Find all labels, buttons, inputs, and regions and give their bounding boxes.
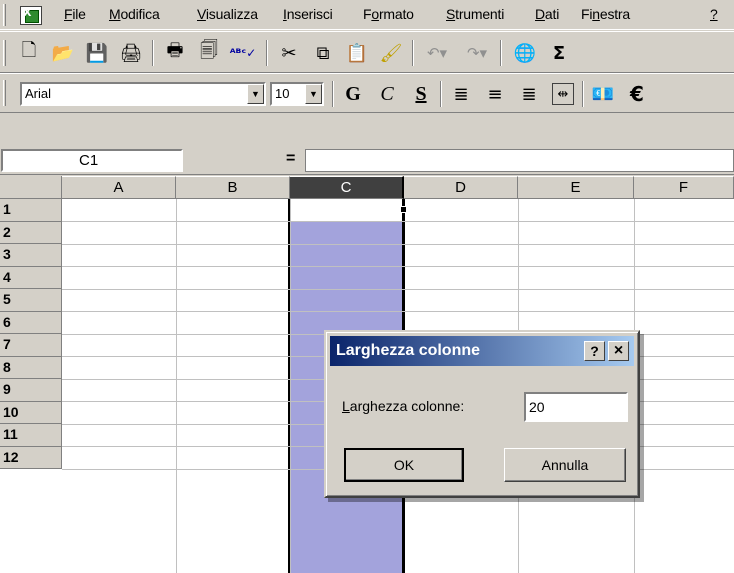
formula-input[interactable] xyxy=(305,149,734,172)
menu-dati[interactable]: Dati xyxy=(535,6,559,26)
size-combo[interactable]: 10 ▼ xyxy=(270,82,324,106)
currency-icon[interactable]: 💶 xyxy=(590,81,616,107)
gridline xyxy=(62,243,734,245)
column-header-d[interactable]: D xyxy=(404,176,518,199)
name-box-value: C1 xyxy=(79,152,99,169)
cancel-button[interactable]: Annulla xyxy=(504,448,626,482)
underline-button[interactable]: S xyxy=(408,81,434,107)
toolbar-separator xyxy=(152,40,154,66)
toolbar-separator xyxy=(440,81,442,107)
align-right-icon[interactable]: ≣ xyxy=(516,81,542,107)
gridline xyxy=(62,266,734,267)
column-header-e[interactable]: E xyxy=(518,176,634,199)
toolbar-separator xyxy=(332,81,334,107)
font-value: Arial xyxy=(25,86,52,101)
redo-icon[interactable]: ↷▾ xyxy=(464,40,490,66)
menu-visualizza[interactable]: Visualizza xyxy=(197,6,258,26)
bold-button[interactable]: G xyxy=(340,81,366,107)
help-button[interactable]: ? xyxy=(584,341,605,361)
equals-icon[interactable]: = xyxy=(286,150,295,168)
row-header[interactable]: 2 xyxy=(0,221,62,244)
menu-bar: X File Modifica Visualizza Inserisci For… xyxy=(0,0,734,30)
font-combo[interactable]: Arial ▼ xyxy=(20,82,266,106)
paste-icon[interactable]: 📋 xyxy=(344,40,370,66)
chevron-down-icon[interactable]: ▼ xyxy=(247,84,264,104)
copy-icon[interactable]: ⧉ xyxy=(310,40,336,66)
permission-icon[interactable]: 🖨 xyxy=(118,40,144,66)
format-painter-icon[interactable]: 🖌 xyxy=(378,40,404,66)
row-header[interactable]: 4 xyxy=(0,266,62,289)
menu-help[interactable]: ? xyxy=(710,6,718,26)
menu-file[interactable]: File xyxy=(64,6,86,26)
toolbar-separator xyxy=(582,81,584,107)
dialog-title: Larghezza colonne xyxy=(336,342,481,359)
gridline xyxy=(62,311,734,312)
print-icon[interactable]: 🖶 xyxy=(162,40,188,66)
column-width-label: Larghezza colonne: xyxy=(342,398,465,414)
row-header[interactable]: 3 xyxy=(0,244,62,267)
undo-icon[interactable]: ↶▾ xyxy=(424,40,450,66)
merge-center-icon[interactable]: ⇹ xyxy=(552,83,574,105)
gridline xyxy=(176,199,177,573)
gridline xyxy=(290,199,291,573)
toolbar-grip[interactable] xyxy=(3,80,6,106)
toolbar-separator xyxy=(266,40,268,66)
format-toolbar: Arial ▼ 10 ▼ G C S ≣ ≡ ≣ ⇹ 💶 € xyxy=(0,73,734,113)
standard-toolbar: 🗋 📂 💾 🖨 🖶 🗐 ᴬᴮᶜ✓ ✂ ⧉ 📋 🖌 ↶▾ ↷▾ 🌐 Σ xyxy=(0,31,734,73)
excel-document-icon[interactable]: X xyxy=(20,6,42,25)
toolbar-separator xyxy=(412,40,414,66)
active-cell-c1[interactable] xyxy=(290,199,404,221)
column-header-a[interactable]: A xyxy=(62,176,176,199)
column-header-f[interactable]: F xyxy=(634,176,734,199)
menu-finestra[interactable]: Finestra xyxy=(581,6,630,26)
column-header-c[interactable]: C xyxy=(290,176,404,199)
fill-handle[interactable] xyxy=(400,206,407,213)
row-header[interactable]: 11 xyxy=(0,424,62,447)
ok-button[interactable]: OK xyxy=(344,448,464,482)
euro-icon[interactable]: € xyxy=(624,81,650,107)
toolbar-grip[interactable] xyxy=(3,40,6,66)
menu-formato[interactable]: Formato xyxy=(363,6,414,26)
row-header[interactable]: 10 xyxy=(0,401,62,424)
row-header[interactable]: 5 xyxy=(0,289,62,312)
menubar-grip[interactable] xyxy=(3,4,6,26)
size-value: 10 xyxy=(275,86,290,101)
italic-button[interactable]: C xyxy=(374,81,400,107)
menu-inserisci[interactable]: Inserisci xyxy=(283,6,333,26)
column-width-dialog: Larghezza colonne ? × Larghezza colonne:… xyxy=(324,330,640,498)
open-icon[interactable]: 📂 xyxy=(50,40,76,66)
column-header-b[interactable]: B xyxy=(176,176,290,199)
save-icon[interactable]: 💾 xyxy=(84,40,110,66)
row-header[interactable]: 12 xyxy=(0,446,62,469)
spelling-icon[interactable]: ᴬᴮᶜ✓ xyxy=(230,40,257,66)
print-preview-icon[interactable]: 🗐 xyxy=(196,40,222,66)
new-icon[interactable]: 🗋 xyxy=(16,40,42,66)
row-header[interactable]: 9 xyxy=(0,379,62,402)
hyperlink-icon[interactable]: 🌐 xyxy=(512,40,538,66)
cut-icon[interactable]: ✂ xyxy=(276,40,302,66)
autosum-icon[interactable]: Σ xyxy=(546,40,572,66)
chevron-down-icon[interactable]: ▼ xyxy=(305,84,322,104)
row-header[interactable]: 8 xyxy=(0,356,62,379)
formula-buttons-area xyxy=(185,149,277,172)
gridline xyxy=(62,288,734,290)
close-icon[interactable]: × xyxy=(608,341,629,361)
align-center-icon[interactable]: ≡ xyxy=(482,81,508,107)
row-header[interactable]: 7 xyxy=(0,334,62,357)
menu-modifica[interactable]: Modifica xyxy=(109,6,160,26)
select-all-corner[interactable] xyxy=(0,176,62,199)
gridline xyxy=(62,221,734,222)
formula-bar: C1 ▼ = xyxy=(0,145,734,175)
menu-strumenti[interactable]: Strumenti xyxy=(446,6,504,26)
align-left-icon[interactable]: ≣ xyxy=(448,81,474,107)
name-box[interactable]: C1 ▼ xyxy=(1,149,229,172)
toolbar-separator xyxy=(500,40,502,66)
column-width-input[interactable] xyxy=(524,392,628,422)
row-header[interactable]: 1 xyxy=(0,199,62,222)
row-header[interactable]: 6 xyxy=(0,311,62,334)
